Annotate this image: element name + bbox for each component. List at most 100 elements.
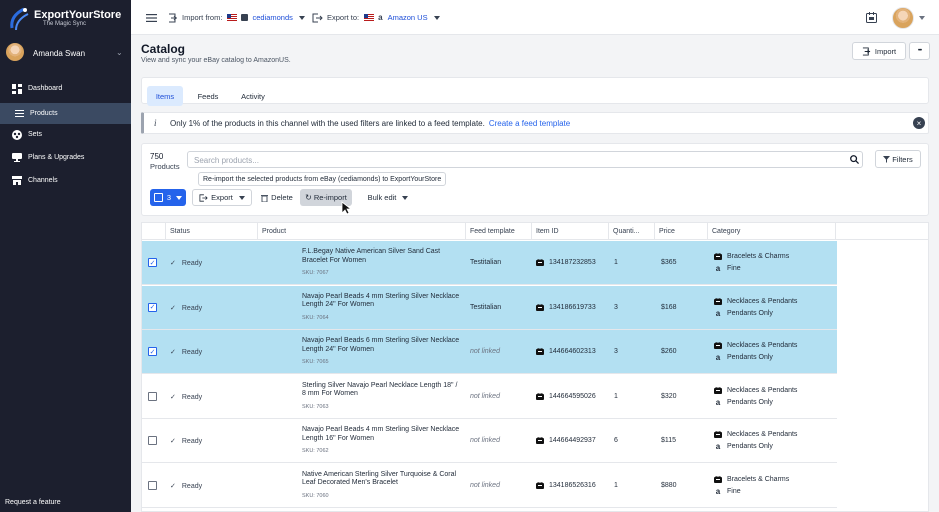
logo-icon xyxy=(10,7,29,31)
tab-feeds[interactable]: Feeds xyxy=(191,86,225,106)
row-checkbox[interactable] xyxy=(148,480,157,490)
create-feed-template-link[interactable]: Create a feed template xyxy=(489,119,570,128)
row-checkbox[interactable]: ✓ xyxy=(148,302,157,312)
main-content: Catalog View and sync your eBay catalog … xyxy=(131,35,939,512)
tabs-card: Items Feeds Activity xyxy=(141,77,929,106)
menu-icon[interactable] xyxy=(146,0,157,35)
ebay-icon xyxy=(714,431,722,438)
logo[interactable]: ExportYourStore The Magic Sync xyxy=(8,6,128,32)
header-feed-template[interactable]: Feed template xyxy=(466,223,532,240)
header-status[interactable]: Status xyxy=(166,223,258,240)
amazon-category-text: Fine xyxy=(727,487,741,495)
chevron-down-icon: ⌄ xyxy=(116,48,123,57)
info-text: Only 1% of the products in this channel … xyxy=(170,119,570,128)
table-row[interactable]: ✓ Ready Native American Sterling Silver Tu… xyxy=(142,463,837,508)
item-id[interactable]: 134186619733 xyxy=(536,303,596,311)
table-row[interactable]: ✓ Ready Navajo Pearl Beads 4 mm Sterling S… xyxy=(142,419,837,463)
select-all-dropdown[interactable]: 3 xyxy=(150,189,186,206)
check-icon: ✓ xyxy=(170,393,176,401)
amazon-icon: a xyxy=(715,308,721,318)
export-button[interactable]: Export xyxy=(192,189,252,206)
item-id[interactable]: 144664595026 xyxy=(536,392,596,400)
product-name[interactable]: Sterling Silver Navajo Pearl Necklace Le… xyxy=(302,382,462,399)
toolbar-card: 750 Products Search products... Filters … xyxy=(141,143,929,216)
bulk-edit-button[interactable]: Bulk edit xyxy=(360,189,416,206)
import-from-selector[interactable]: Import from: cediamonds xyxy=(168,0,305,35)
top-avatar[interactable] xyxy=(892,7,914,29)
user-menu[interactable]: Amanda Swan ⌄ xyxy=(0,40,131,68)
table-row[interactable]: ✓ ✓ Ready Navajo Pearl Beads 4 mm Sterling … xyxy=(142,285,837,330)
feed-template: Testitalian xyxy=(470,303,502,311)
feed-template: not linked xyxy=(470,437,500,444)
delete-button[interactable]: Delete xyxy=(256,189,298,206)
feed-template: not linked xyxy=(470,392,500,400)
table-header: Status Product Feed template Item ID Qua… xyxy=(142,223,928,240)
product-name[interactable]: F.L.Begay Native American Silver Sand Ca… xyxy=(302,248,462,265)
import-button[interactable]: Import xyxy=(852,42,906,60)
quantity: 1 xyxy=(614,392,618,400)
price: $365 xyxy=(661,259,677,266)
search-icon[interactable] xyxy=(850,155,859,164)
table-row[interactable]: ✓ ✓ Ready F.L.Begay Native American Silver … xyxy=(142,241,837,285)
row-checkbox[interactable]: ✓ xyxy=(148,347,157,356)
info-banner: i Only 1% of the products in this channe… xyxy=(141,112,929,134)
sidebar-item-label: Channels xyxy=(28,177,58,184)
import-button-label: Import xyxy=(874,46,897,56)
row-checkbox[interactable] xyxy=(148,436,157,445)
status-text: Ready xyxy=(181,304,203,312)
price: $320 xyxy=(661,392,677,400)
monitor-icon xyxy=(11,152,23,164)
item-id-text: 134186619733 xyxy=(549,303,596,311)
sidebar-item-dashboard[interactable]: Dashboard xyxy=(0,78,131,99)
sidebar-item-sets[interactable]: Sets xyxy=(0,124,131,145)
product-name[interactable]: Navajo Pearl Beads 6 mm Sterling Silver … xyxy=(302,337,462,354)
sidebar-item-plans[interactable]: Plans & Upgrades xyxy=(0,147,131,168)
check-icon: ✓ xyxy=(170,349,176,356)
product-name[interactable]: Navajo Pearl Beads 4 mm Sterling Silver … xyxy=(302,293,462,310)
sidebar-item-channels[interactable]: Channels xyxy=(0,170,131,191)
sidebar-item-label: Sets xyxy=(28,131,43,138)
header-category[interactable]: Category xyxy=(708,223,836,240)
chevron-down-icon xyxy=(176,195,183,200)
table-row[interactable]: ✓ Ready Sterling Silver Navajo Pearl Neckl… xyxy=(142,374,837,419)
export-to-selector[interactable]: Export to: a Amazon US xyxy=(312,0,440,35)
ebay-category-text: Necklaces & Pendants xyxy=(727,386,798,394)
header-item-id[interactable]: Item ID xyxy=(532,223,609,240)
ebay-icon xyxy=(536,259,544,266)
tab-items[interactable]: Items xyxy=(147,86,183,106)
user-name: Amanda Swan xyxy=(33,49,86,58)
item-id[interactable]: 144664602313 xyxy=(536,348,596,355)
tab-activity[interactable]: Activity xyxy=(235,86,271,106)
item-id[interactable]: 134187232853 xyxy=(536,259,596,266)
product-sku: SKU: 7065 xyxy=(302,359,329,365)
header-product[interactable]: Product xyxy=(258,223,466,240)
amazon-category-text: Pendants Only xyxy=(727,309,773,317)
request-feature-link[interactable]: Request a feature xyxy=(5,499,61,506)
item-id[interactable]: 134186526316 xyxy=(536,481,596,489)
check-icon: ✓ xyxy=(170,482,176,490)
price: $115 xyxy=(661,437,677,444)
header-price[interactable]: Price xyxy=(655,223,708,240)
search-input[interactable]: Search products... xyxy=(187,151,863,168)
import-icon xyxy=(169,13,177,22)
filters-button[interactable]: Filters xyxy=(875,150,921,168)
header-quantity[interactable]: Quanti... xyxy=(609,223,655,240)
close-icon[interactable]: × xyxy=(913,117,925,129)
export-channel-name: Amazon US xyxy=(387,13,428,22)
item-id-text: 144664595026 xyxy=(549,392,596,400)
notifications-icon[interactable] xyxy=(866,0,877,35)
chevron-down-icon[interactable] xyxy=(919,0,925,35)
ebay-category: Necklaces & Pendants xyxy=(714,342,797,349)
row-checkbox[interactable] xyxy=(148,391,157,401)
product-name[interactable]: Navajo Pearl Beads 4 mm Sterling Silver … xyxy=(302,426,462,443)
table-row[interactable]: ✓ ✓ Ready Navajo Pearl Beads 6 mm Sterling … xyxy=(142,330,837,374)
status-text: Ready xyxy=(181,438,203,445)
row-checkbox[interactable]: ✓ xyxy=(148,258,157,267)
more-options-button[interactable]: ••• xyxy=(909,42,930,60)
amazon-category: a Pendants Only xyxy=(714,398,773,407)
ebay-icon xyxy=(714,475,722,483)
amazon-category-text: Fine xyxy=(727,265,741,272)
product-name[interactable]: Native American Sterling Silver Turquois… xyxy=(302,471,462,488)
sidebar-item-products[interactable]: Products xyxy=(0,103,131,124)
item-id[interactable]: 144664492937 xyxy=(536,437,596,444)
